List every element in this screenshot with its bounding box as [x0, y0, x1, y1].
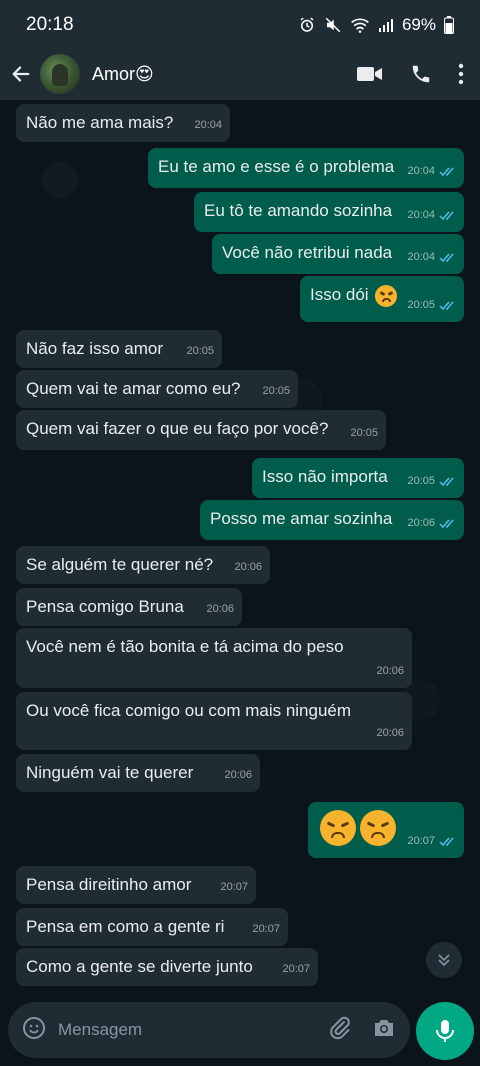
message-time: 20:04 [407, 165, 435, 177]
message-text: Isso dói [310, 285, 369, 304]
persevering-face-emoji-icon [320, 810, 356, 846]
voice-message-button[interactable] [416, 1002, 474, 1060]
message-bubble[interactable]: Quem vai fazer o que eu faço por você? 2… [16, 410, 386, 450]
message-text: Ninguém vai te querer [26, 763, 194, 782]
read-receipt-icon [439, 519, 454, 528]
message-time: 20:05 [262, 385, 290, 397]
message-text: Ou você fica comigo ou com mais ninguém [26, 701, 352, 720]
read-receipt-icon [439, 253, 454, 262]
avatar[interactable] [40, 54, 80, 94]
message-time: 20:05 [407, 475, 435, 487]
read-receipt-icon [439, 301, 454, 310]
message-composer[interactable]: Mensagem [8, 1002, 410, 1058]
message-text: Quem vai te amar como eu? [26, 379, 241, 398]
chevron-double-down-icon [438, 954, 450, 967]
more-options-icon[interactable] [458, 63, 464, 85]
read-receipt-icon [439, 167, 454, 176]
message-time: 20:06 [234, 561, 262, 573]
message-time: 20:05 [350, 427, 378, 439]
message-bubble[interactable]: Pensa em como a gente ri 20:07 [16, 908, 288, 946]
message-time: 20:07 [407, 835, 435, 847]
scroll-to-bottom-button[interactable] [426, 942, 462, 978]
back-arrow-icon[interactable] [10, 62, 34, 86]
message-time: 20:06 [376, 665, 404, 677]
message-bubble[interactable]: Se alguém te querer né? 20:06 [16, 546, 270, 584]
message-time: 20:07 [282, 963, 310, 975]
message-bubble[interactable]: Não me ama mais? 20:04 [16, 104, 230, 142]
message-text: Se alguém te querer né? [26, 555, 214, 574]
message-text: Quem vai fazer o que eu faço por você? [26, 419, 329, 438]
message-text: Não faz isso amor [26, 339, 163, 358]
message-text: Pensa direitinho amor [26, 875, 192, 894]
message-input[interactable]: Mensagem [58, 1020, 328, 1040]
persevering-face-emoji-icon [375, 284, 398, 307]
contact-name[interactable]: Amor😍 [92, 64, 356, 85]
message-bubble[interactable]: Como a gente se diverte junto 20:07 [16, 948, 318, 986]
chat-header: Amor😍 [0, 48, 480, 100]
message-time: 20:06 [407, 517, 435, 529]
message-bubble[interactable]: Pensa direitinho amor 20:07 [16, 866, 256, 904]
message-time: 20:06 [206, 603, 234, 615]
status-bar: 20:18 69% [0, 0, 480, 50]
message-bubble[interactable]: Eu tô te amando sozinha 20:04 [194, 192, 464, 232]
status-time: 20:18 [26, 14, 74, 35]
message-bubble[interactable]: Posso me amar sozinha 20:06 [200, 500, 464, 540]
message-text: Pensa comigo Bruna [26, 597, 184, 616]
message-bubble[interactable]: Isso não importa 20:05 [252, 458, 464, 498]
message-time: 20:07 [220, 881, 248, 893]
message-bubble[interactable]: Você não retribui nada 20:04 [212, 234, 464, 274]
message-bubble[interactable]: Não faz isso amor 20:05 [16, 330, 222, 368]
message-text: Você nem é tão bonita e tá acima do peso [26, 637, 344, 656]
status-icons: 69% [298, 15, 454, 35]
mute-icon [324, 16, 342, 34]
emoji-icon[interactable] [22, 1016, 46, 1045]
message-text: Não me ama mais? [26, 113, 174, 132]
message-time: 20:07 [252, 923, 280, 935]
message-time: 20:06 [376, 727, 404, 739]
attach-icon[interactable] [328, 1016, 352, 1045]
battery-text: 69% [401, 15, 436, 34]
chat-area[interactable]: Não me ama mais? 20:04 Eu te amo e esse … [0, 100, 480, 1000]
message-time: 20:06 [224, 769, 252, 781]
signal-icon [378, 17, 394, 33]
alarm-icon [298, 16, 316, 34]
camera-icon[interactable] [372, 1017, 396, 1044]
message-text: Eu te amo e esse é o problema [158, 157, 395, 176]
message-time: 20:04 [407, 251, 435, 263]
message-bubble[interactable]: Pensa comigo Bruna 20:06 [16, 588, 242, 626]
message-bubble[interactable]: Ou você fica comigo ou com mais ninguém … [16, 692, 412, 750]
message-time: 20:04 [407, 209, 435, 221]
battery-icon [444, 16, 454, 34]
read-receipt-icon [439, 837, 454, 846]
message-bubble[interactable]: Ninguém vai te querer 20:06 [16, 754, 260, 792]
message-bubble[interactable]: 20:07 [308, 802, 464, 858]
persevering-face-emoji-icon [360, 810, 396, 846]
message-text: Posso me amar sozinha [210, 509, 393, 528]
voice-call-icon[interactable] [410, 63, 432, 85]
wifi-icon [350, 16, 370, 34]
message-text: Como a gente se diverte junto [26, 957, 253, 976]
message-bubble[interactable]: Quem vai te amar como eu? 20:05 [16, 370, 298, 408]
message-text: Eu tô te amando sozinha [204, 201, 393, 220]
message-text: Isso não importa [262, 467, 388, 486]
message-time: 20:05 [407, 299, 435, 311]
read-receipt-icon [439, 477, 454, 486]
message-time: 20:05 [186, 345, 214, 357]
message-time: 20:04 [194, 119, 222, 131]
video-call-icon[interactable] [356, 64, 384, 84]
microphone-icon [436, 1020, 454, 1042]
read-receipt-icon [439, 211, 454, 220]
message-text: Pensa em como a gente ri [26, 917, 225, 936]
message-text: Você não retribui nada [222, 243, 393, 262]
message-bubble[interactable]: Você nem é tão bonita e tá acima do peso… [16, 628, 412, 688]
message-bubble[interactable]: Eu te amo e esse é o problema 20:04 [148, 148, 464, 188]
message-bubble[interactable]: Isso dói 20:05 [300, 276, 464, 322]
